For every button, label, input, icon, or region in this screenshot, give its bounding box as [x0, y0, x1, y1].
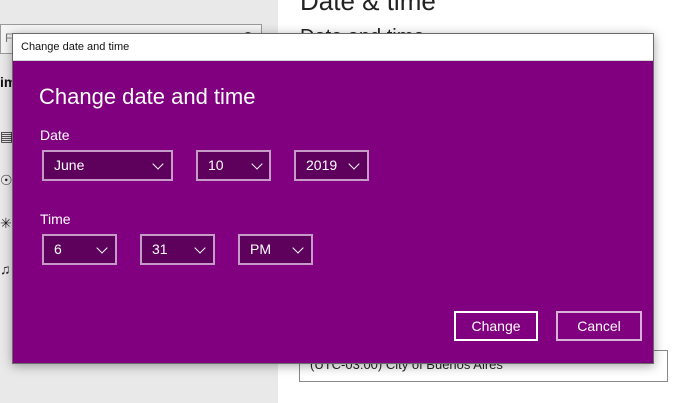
month-value: June	[54, 157, 85, 173]
settings-page-title: Date & time	[300, 0, 436, 16]
cancel-button[interactable]: Cancel	[556, 311, 642, 341]
minute-dropdown[interactable]: 31	[140, 234, 215, 265]
microphone-icon: ♫	[0, 261, 11, 277]
change-date-time-dialog: Change date and time Change date and tim…	[12, 33, 654, 364]
change-button[interactable]: Change	[454, 311, 538, 341]
chevron-down-icon	[152, 158, 164, 170]
globe-icon: ☉	[0, 172, 13, 188]
minute-value: 31	[152, 241, 168, 257]
day-value: 10	[208, 157, 224, 173]
hour-dropdown[interactable]: 6	[42, 234, 117, 265]
dialog-titlebar: Change date and time	[13, 34, 653, 61]
year-dropdown[interactable]: 2019	[294, 150, 369, 181]
time-label: Time	[40, 211, 71, 227]
date-label: Date	[40, 127, 70, 143]
dialog-heading: Change date and time	[39, 84, 256, 109]
chevron-down-icon	[194, 242, 206, 254]
chevron-down-icon	[96, 242, 108, 254]
language-icon: ✳	[0, 215, 12, 231]
chevron-down-icon	[348, 158, 360, 170]
chevron-down-icon	[251, 158, 263, 170]
ampm-value: PM	[250, 241, 271, 257]
chevron-down-icon	[292, 242, 304, 254]
day-dropdown[interactable]: 10	[196, 150, 271, 181]
ampm-dropdown[interactable]: PM	[238, 234, 313, 265]
year-value: 2019	[306, 157, 338, 173]
hour-value: 6	[54, 241, 62, 257]
month-dropdown[interactable]: June	[42, 150, 173, 181]
